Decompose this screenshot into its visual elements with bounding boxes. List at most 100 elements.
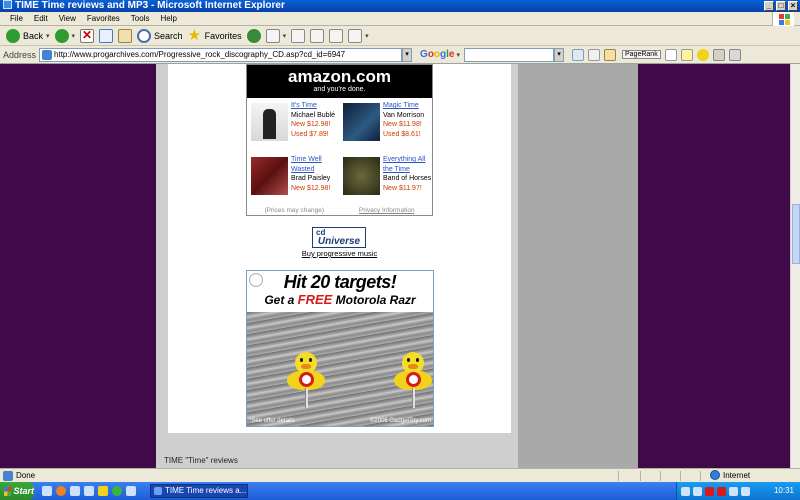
forward-button[interactable]: ▾ [54,28,76,43]
outlook-quicklaunch-icon[interactable] [70,486,80,496]
app-quicklaunch-icon[interactable] [126,486,136,496]
product-title[interactable]: Magic Time [383,101,435,111]
amazon-widget: amazon.com and you're done. It's Time Mi… [246,64,433,216]
product-new-price: New $11.98! [383,121,422,128]
album-cover[interactable] [251,157,288,195]
ad-corner-icon [249,273,263,287]
system-tray: 10:31 [676,482,800,500]
taskbar-ie-window[interactable]: TIME Time reviews a... [150,484,248,498]
chevron-down-icon[interactable]: ▾ [456,51,460,59]
print-button[interactable] [291,28,306,43]
options-icon[interactable] [712,48,725,61]
window-title: TIME Time reviews and MP3 - Microsoft In… [15,0,285,11]
pagerank-indicator[interactable]: PageRank [622,50,661,59]
windows-logo-icon [772,12,794,26]
forward-arrow-icon [54,28,69,43]
vertical-scrollbar[interactable] [790,64,800,468]
highlight-icon[interactable] [680,48,693,61]
desktop-quicklaunch-icon[interactable] [84,486,94,496]
messenger-icon [329,28,344,43]
cd-universe-logo[interactable]: cd Universe [312,227,366,248]
firefox-quicklaunch-icon[interactable] [56,486,66,496]
menu-view[interactable]: View [59,14,76,23]
home-button[interactable] [118,28,133,43]
stop-button[interactable] [80,28,95,43]
album-cover[interactable] [343,157,380,195]
smiley-icon[interactable] [696,48,709,61]
back-button[interactable]: Back ▾ [6,28,50,43]
product-title[interactable]: Everything All the Time [383,155,435,174]
ad-offer-note: *See offer details [249,418,295,424]
mail-button[interactable]: ▾ [265,28,286,43]
refresh-icon [99,28,114,43]
close-button[interactable]: × [788,1,798,11]
tray-antivirus-icon[interactable] [693,486,702,496]
google-search-input[interactable] [464,47,554,62]
product-used-price: Used $7.89! [291,130,329,138]
chevron-down-icon: ▾ [71,32,76,40]
messenger-quicklaunch-icon[interactable] [112,486,122,496]
refresh-button[interactable] [99,28,114,43]
spellcheck-icon[interactable] [664,48,677,61]
google-search-icon[interactable] [572,48,584,61]
product-title[interactable]: It's Time [291,101,343,111]
amazon-tagline: and you're done. [313,86,366,93]
address-input[interactable]: http://www.progarchives.com/Progressive_… [39,47,403,62]
album-cover[interactable] [251,103,288,141]
status-bar: Done Internet [0,468,800,482]
duck-target[interactable] [287,352,327,412]
menu-tools[interactable]: Tools [131,14,150,23]
quick-launch [42,486,136,496]
advertisement-banner[interactable]: Hit 20 targets! Get a FREE Motorola Razr… [246,270,434,427]
start-button[interactable]: Start [0,482,34,500]
messenger-button[interactable] [329,28,344,43]
album-cover[interactable] [343,103,380,141]
tray-app-icon[interactable] [705,486,714,496]
edit-button[interactable] [310,28,325,43]
media-quicklaunch-icon[interactable] [98,486,108,496]
favorites-button[interactable]: ★ Favorites [188,28,242,43]
popup-blocker-icon[interactable] [604,48,616,61]
product-new-price: New $12.98! [291,121,331,128]
google-search-dropdown[interactable]: ▾ [554,47,564,62]
pin-icon[interactable] [728,48,741,61]
address-dropdown[interactable]: ▾ [402,47,413,62]
taskbar: Start TIME Time reviews a... 10:31 [0,482,800,500]
address-bar: Address http://www.progarchives.com/Prog… [0,46,800,64]
scroll-thumb[interactable] [792,204,800,264]
minimize-button[interactable]: _ [764,1,774,11]
amazon-footer: (Prices may change) Privacy Information [247,207,432,214]
page-caption: TIME "Time" reviews [164,456,238,465]
windows-flag-icon [4,486,12,496]
product-artist: Band of Horses [383,175,432,182]
search-button[interactable]: Search [137,28,183,43]
menu-file[interactable]: File [10,14,23,23]
page-viewport: amazon.com and you're done. It's Time Mi… [0,64,790,468]
menu-favorites[interactable]: Favorites [87,14,120,23]
google-toolbar-logo[interactable]: Google [420,49,454,60]
ie-quicklaunch-icon[interactable] [42,486,52,496]
tray-network-icon[interactable] [681,486,690,496]
research-button[interactable]: ▾ [348,28,369,43]
news-icon[interactable] [588,48,600,61]
product-artist: Brad Paisley [291,175,331,182]
tray-volume-icon[interactable] [741,486,750,496]
buy-progressive-music-link[interactable]: Buy progressive music [0,249,679,258]
amazon-header[interactable]: amazon.com and you're done. [247,65,432,98]
title-bar: TIME Time reviews and MP3 - Microsoft In… [0,0,800,12]
maximize-button[interactable]: □ [776,1,786,11]
window-controls: _ □ × [764,1,798,11]
media-button[interactable] [246,28,261,43]
privacy-link[interactable]: Privacy Information [359,207,415,214]
page-icon [42,49,53,60]
menu-help[interactable]: Help [160,14,176,23]
tray-app-icon[interactable] [729,486,738,496]
security-zone: Internet [710,470,750,480]
print-icon [291,28,306,43]
duck-target[interactable] [394,352,433,412]
product-title[interactable]: Time Well Wasted [291,155,343,174]
menu-edit[interactable]: Edit [34,14,48,23]
amazon-logo: amazon.com [288,67,391,86]
tray-app-icon[interactable] [717,486,726,496]
product-new-price: New $11.97! [383,184,422,192]
